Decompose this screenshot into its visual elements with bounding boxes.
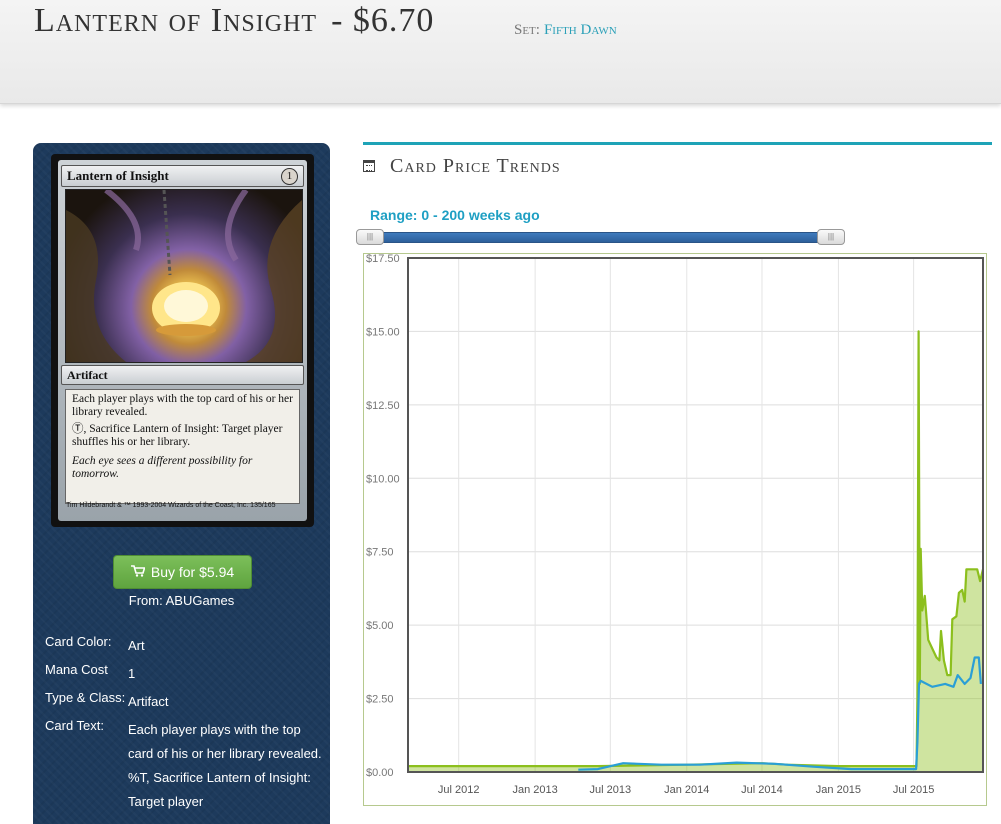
section-divider — [363, 142, 992, 145]
detail-label: Card Color: — [45, 634, 112, 649]
calendar-icon — [363, 160, 375, 172]
card-details: Card Color: Art Mana Cost 1 Type & Class… — [45, 634, 325, 823]
set-info: Set: Fifth Dawn — [514, 22, 617, 39]
range-label: Range: 0 - 200 weeks ago — [370, 207, 540, 223]
range-slider-track[interactable] — [366, 232, 831, 243]
mana-symbol: 1 — [281, 168, 298, 185]
card-artist: Tim Hildebrandt — [66, 502, 116, 509]
card-footer: Tim Hildebrandt & ™ 1993-2004 Wizards of… — [66, 502, 275, 509]
x-tick-label: Jan 2013 — [512, 784, 557, 796]
detail-label: Card Text: — [45, 718, 105, 733]
card-art-illustration — [66, 190, 302, 362]
y-tick-label: $2.50 — [366, 694, 394, 706]
detail-label: Mana Cost — [45, 662, 108, 677]
vendor-name: From: ABUGames — [128, 593, 235, 608]
price-trends-title: Card Price Trends — [390, 155, 561, 177]
card-text-box: Each player plays with the top card of h… — [65, 389, 300, 504]
card-name-title: Lantern of Insight — [34, 2, 318, 39]
y-tick-label: $12.50 — [366, 400, 400, 412]
card-rules-text-2: Ⓣ, Sacrifice Lantern of Insight: Target … — [72, 423, 283, 448]
range-slider-max-handle[interactable]: ||| — [817, 229, 845, 245]
card-flavor-text: Each eye sees a different possibility fo… — [72, 455, 253, 480]
price-chart-svg: $0.00 $2.50 $5.00 $7.50 $10.00 $12.50 $15.00 $1… — [366, 254, 985, 796]
card-image: Lantern of Insight 1 Artifact Each playe… — [51, 154, 314, 527]
detail-value: 1 — [128, 666, 136, 681]
detail-value: Art — [128, 638, 145, 653]
card-sidebar: Lantern of Insight 1 Artifact Each playe… — [33, 143, 330, 824]
detail-value: Each player plays with the top card of h… — [128, 722, 322, 809]
page-header: Lantern of Insight - $6.70 Set: Fifth Dawn — [0, 0, 1001, 104]
shopping-cart-icon-svg — [130, 565, 146, 577]
page-title: Lantern of Insight - $6.70 — [34, 2, 434, 40]
x-tick-label: Jul 2013 — [590, 784, 632, 796]
range-slider-min-handle[interactable]: ||| — [356, 229, 384, 245]
y-tick-label: $0.00 — [366, 767, 394, 779]
x-tick-label: Jul 2014 — [741, 784, 783, 796]
y-tick-label: $15.00 — [366, 326, 400, 338]
y-tick-label: $17.50 — [366, 254, 400, 265]
card-price: - $6.70 — [331, 2, 435, 39]
x-tick-label: Jul 2015 — [893, 784, 935, 796]
detail-row-mana-cost: Mana Cost 1 — [45, 662, 325, 686]
x-tick-label: Jan 2014 — [664, 784, 709, 796]
x-tick-label: Jul 2012 — [438, 784, 480, 796]
detail-row-type: Type & Class: Artifact — [45, 690, 325, 714]
card-type-line: Artifact — [67, 368, 108, 382]
card-copyright: & ™ 1993-2004 Wizards of the Coast, Inc.… — [117, 502, 276, 509]
card-frame: Lantern of Insight 1 Artifact Each playe… — [58, 160, 307, 521]
set-label: Set: — [514, 22, 540, 38]
x-tick-label: Jan 2015 — [816, 784, 861, 796]
card-name-bar: Lantern of Insight 1 — [61, 165, 304, 187]
y-tick-label: $10.00 — [366, 473, 400, 485]
card-rules-text-1: Each player plays with the top card of h… — [72, 393, 293, 418]
card-image-name: Lantern of Insight — [67, 168, 169, 183]
shopping-cart-icon — [130, 557, 146, 589]
price-chart: $0.00 $2.50 $5.00 $7.50 $10.00 $12.50 $15.00 $1… — [363, 253, 987, 806]
detail-value: Artifact — [128, 694, 169, 709]
card-art — [65, 189, 303, 363]
detail-row-card-text: Card Text: Each player plays with the to… — [45, 718, 325, 814]
y-tick-label: $7.50 — [366, 547, 394, 559]
set-link[interactable]: Fifth Dawn — [544, 22, 617, 38]
plot-area — [408, 258, 983, 772]
detail-label: Type & Class: — [45, 690, 126, 705]
y-tick-label: $5.00 — [366, 620, 394, 632]
detail-row-color: Card Color: Art — [45, 634, 325, 658]
buy-button[interactable]: Buy for $5.94 — [113, 555, 252, 589]
range-slider[interactable]: ||| ||| — [356, 229, 845, 245]
buy-button-label: Buy for $5.94 — [150, 564, 235, 580]
card-type-bar: Artifact — [61, 365, 304, 385]
